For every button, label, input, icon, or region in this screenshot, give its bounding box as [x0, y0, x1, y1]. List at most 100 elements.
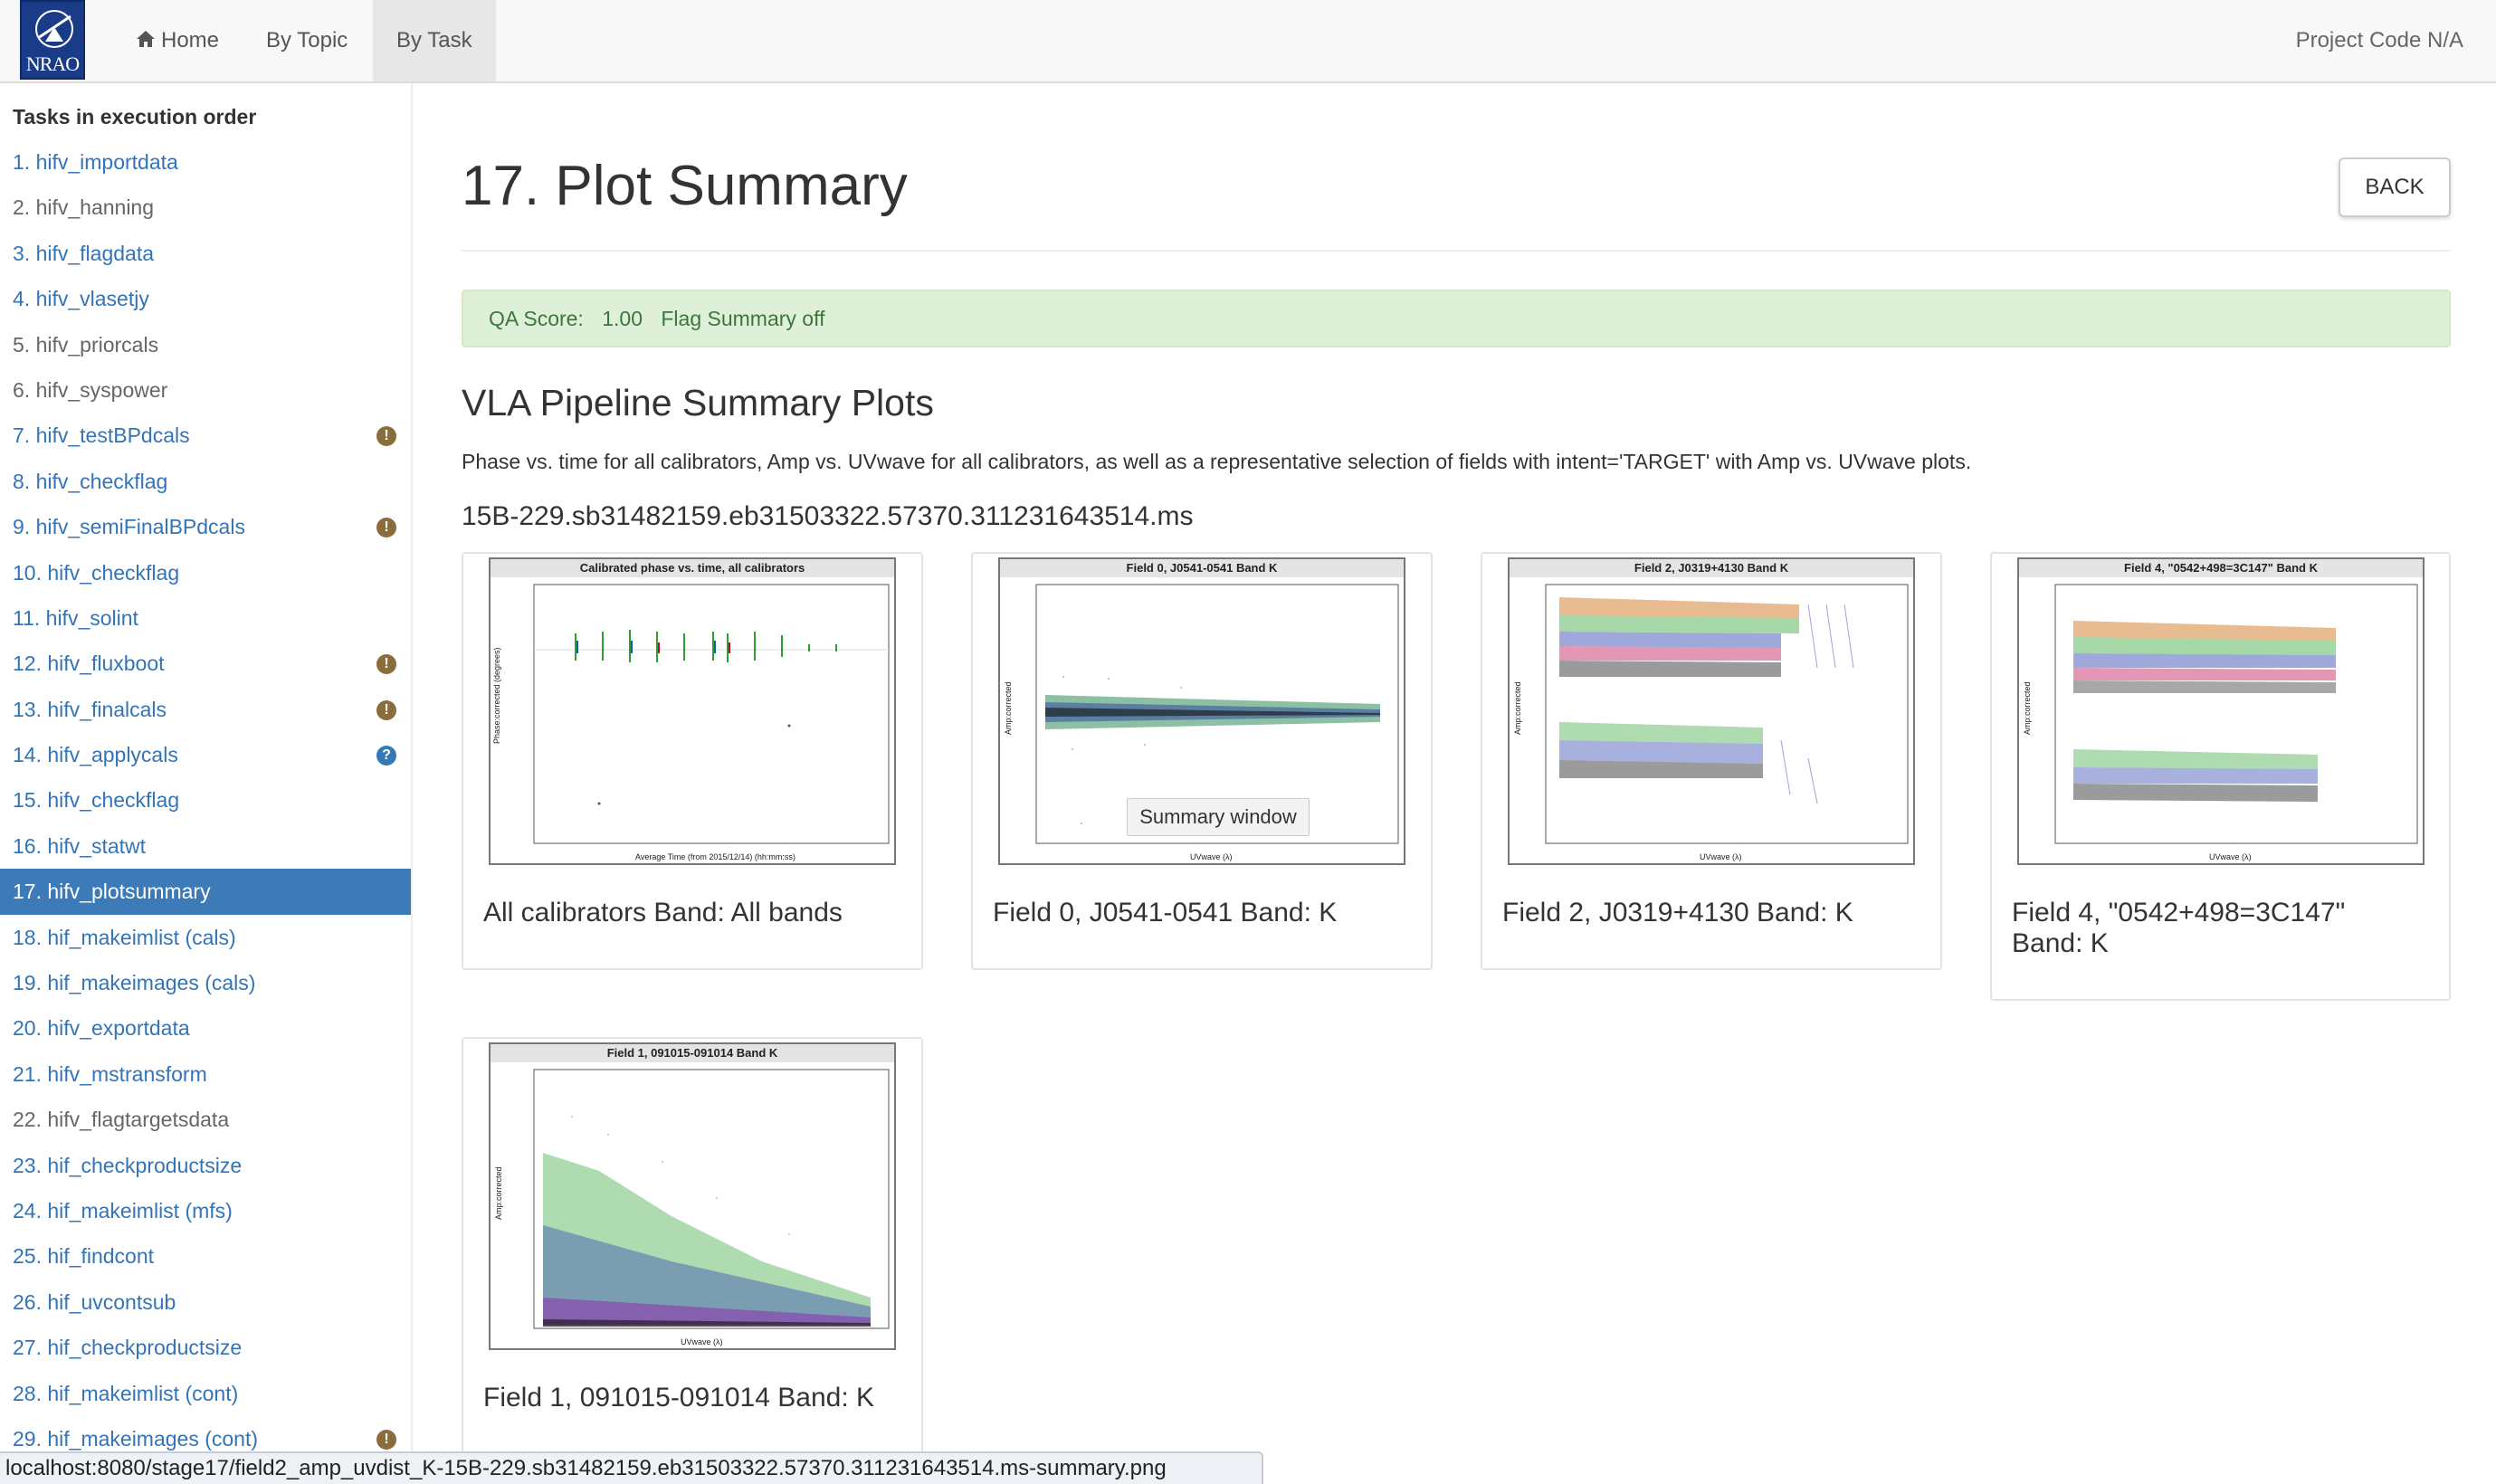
sidebar-task-label: 20. hifv_exportdata — [13, 1016, 190, 1041]
sidebar-task-item[interactable]: 4. hifv_vlasetjy — [0, 276, 411, 321]
plot-thumbnail[interactable]: Field 1, 091015-091014 Band K Amp:correc… — [489, 1042, 896, 1350]
plot-title: Field 0, J0541-0541 Band K — [1000, 559, 1404, 577]
sidebar-task-item[interactable]: 9. hifv_semiFinalBPdcals! — [0, 504, 411, 549]
warning-icon[interactable]: ! — [376, 654, 396, 675]
sidebar-task-label: 25. hif_findcont — [13, 1244, 155, 1269]
sidebar-task-label: 28. hif_makeimlist (cont) — [13, 1381, 239, 1405]
sidebar-task-item[interactable]: 8. hifv_checkflag — [0, 459, 411, 504]
svg-text:Phase:corrected (degrees): Phase:corrected (degrees) — [492, 647, 501, 744]
sidebar-task-item[interactable]: 25. hif_findcont — [0, 1233, 411, 1279]
sidebar-task-item[interactable]: 12. hifv_fluxboot! — [0, 641, 411, 686]
sidebar-task-item[interactable]: 1. hifv_importdata — [0, 139, 411, 185]
section-description: Phase vs. time for all calibrators, Amp … — [462, 450, 1972, 473]
sidebar-task-label: 22. hifv_flagtargetsdata — [13, 1108, 230, 1132]
nav-by-topic-link[interactable]: By Topic — [243, 0, 371, 81]
sidebar-task-label: 11. hifv_solint — [13, 605, 138, 630]
project-code: Project Code N/A — [2295, 28, 2463, 52]
plot-thumbnail[interactable]: Field 4, "0542+498=3C147" Band K Amp:cor… — [2017, 557, 2425, 865]
section-title: VLA Pipeline Summary Plots — [462, 382, 934, 423]
svg-text:Amp:corrected: Amp:corrected — [1004, 681, 1013, 735]
sidebar-task-item[interactable]: 20. hifv_exportdata — [0, 1005, 411, 1051]
plot-thumbnail[interactable]: Field 2, J0319+4130 Band K Amp:corrected… — [1508, 557, 1915, 865]
sidebar-task-item[interactable]: 24. hif_makeimlist (mfs) — [0, 1188, 411, 1233]
sidebar-task-label: 29. hif_makeimages (cont) — [13, 1426, 259, 1451]
plot-caption: Field 2, J0319+4130 Band: K — [1502, 898, 1853, 928]
sidebar-task-label: 10. hifv_checkflag — [13, 560, 180, 585]
summary-window-tooltip: Summary window — [1127, 798, 1310, 836]
sidebar-task-item[interactable]: 7. hifv_testBPdcals! — [0, 413, 411, 458]
qa-score-value: 1.00 — [602, 307, 643, 330]
back-button[interactable]: BACK — [2339, 157, 2451, 217]
browser-status-url: localhost:8080/stage17/field2_amp_uvdist… — [0, 1451, 1263, 1484]
page-title: 17. Plot Summary — [462, 155, 908, 217]
qa-score-label: QA Score: — [489, 307, 584, 330]
warning-icon[interactable]: ! — [376, 426, 396, 447]
sidebar-task-label: 2. hifv_hanning — [13, 195, 155, 220]
plot-caption: Field 4, "0542+498=3C147" Band: K — [2012, 898, 2346, 958]
sidebar-task-label: 19. hif_makeimages (cals) — [13, 971, 256, 995]
sidebar-task-label: 21. hifv_mstransform — [13, 1061, 207, 1086]
sidebar-task-item[interactable]: 17. hifv_plotsummary — [0, 869, 411, 915]
sidebar-task-item[interactable]: 2. hifv_hanning — [0, 185, 411, 230]
sidebar-task-item[interactable]: 14. hifv_applycals? — [0, 732, 411, 777]
sidebar-task-label: 4. hifv_vlasetjy — [13, 287, 149, 311]
sidebar-task-item[interactable]: 5. hifv_priorcals — [0, 322, 411, 367]
question-icon[interactable]: ? — [376, 746, 396, 766]
qa-score-bar: QA Score: 1.00 Flag Summary off — [462, 290, 2451, 347]
sidebar-task-label: 12. hifv_fluxboot — [13, 652, 165, 676]
plot-card-field-0[interactable]: Field 0, J0541-0541 Band K Amp:corrected… — [971, 552, 1433, 970]
plot-caption: Field 0, J0541-0541 Band: K — [993, 898, 1338, 928]
svg-text:Average Time (from 2015/12/14): Average Time (from 2015/12/14) (hh:mm:ss… — [635, 852, 795, 861]
sidebar-task-label: 15. hifv_checkflag — [13, 788, 180, 813]
warning-icon[interactable]: ! — [376, 1429, 396, 1450]
plot-thumbnail[interactable]: Calibrated phase vs. time, all calibrato… — [489, 557, 896, 865]
sidebar-task-item[interactable]: 16. hifv_statwt — [0, 823, 411, 869]
sidebar-task-item[interactable]: 13. hifv_finalcals! — [0, 687, 411, 732]
phase-time-plot: Phase:corrected (degrees) Average Time (… — [492, 584, 890, 861]
sidebar-task-label: 24. hif_makeimlist (mfs) — [13, 1198, 233, 1222]
sidebar-task-item[interactable]: 19. hif_makeimages (cals) — [0, 960, 411, 1005]
plot-card-field-4[interactable]: Field 4, "0542+498=3C147" Band K Amp:cor… — [1990, 552, 2451, 1001]
sidebar-task-item[interactable]: 15. hifv_checkflag — [0, 777, 411, 823]
nav-home-label: Home — [161, 28, 220, 52]
sidebar-task-item[interactable]: 10. hifv_checkflag — [0, 550, 411, 595]
sidebar-task-item[interactable]: 28. hif_makeimlist (cont) — [0, 1371, 411, 1416]
sidebar-task-label: 7. hifv_testBPdcals — [13, 423, 190, 448]
sidebar-task-item[interactable]: 27. hif_checkproductsize — [0, 1325, 411, 1370]
nav-by-task-link[interactable]: By Task — [373, 0, 496, 81]
sidebar-task-label: 1. hifv_importdata — [13, 150, 178, 174]
svg-text:Amp:corrected: Amp:corrected — [2023, 681, 2032, 735]
sidebar-task-label: 3. hifv_flagdata — [13, 241, 155, 265]
sidebar-task-label: 13. hifv_finalcals — [13, 697, 167, 721]
sidebar-task-label: 14. hifv_applycals — [13, 743, 178, 767]
measurement-set-name: 15B-229.sb31482159.eb31503322.57370.3112… — [462, 501, 1194, 531]
amp-uvwave-plot: Amp:corrected UVwave (λ) — [1513, 584, 1909, 861]
nrao-logo[interactable]: NRAO — [20, 0, 85, 80]
amp-uvwave-plot: Amp:corrected UVwave (λ) — [2023, 584, 2418, 861]
nav-home-link[interactable]: Home — [112, 0, 243, 81]
main-content: 17. Plot Summary BACK QA Score: 1.00 Fla… — [462, 83, 2451, 1484]
logo-text: NRAO — [25, 52, 80, 75]
top-navbar: NRAO Home By Topic By Task Project Code … — [0, 0, 2496, 83]
sidebar-task-item[interactable]: 21. hifv_mstransform — [0, 1051, 411, 1097]
sidebar-task-item[interactable]: 6. hifv_syspower — [0, 367, 411, 413]
sidebar-heading: Tasks in execution order — [13, 105, 257, 128]
warning-icon[interactable]: ! — [376, 518, 396, 538]
sidebar-task-label: 8. hifv_checkflag — [13, 469, 168, 493]
sidebar-task-item[interactable]: 18. hif_makeimlist (cals) — [0, 915, 411, 960]
plot-caption: Field 1, 091015-091014 Band: K — [483, 1383, 874, 1413]
plot-card-all-calibrators[interactable]: Calibrated phase vs. time, all calibrato… — [462, 552, 923, 970]
plot-caption: All calibrators Band: All bands — [483, 898, 843, 928]
sidebar-task-item[interactable]: 11. hifv_solint — [0, 595, 411, 641]
warning-icon[interactable]: ! — [376, 699, 396, 720]
svg-text:UVwave (λ): UVwave (λ) — [1700, 852, 1742, 861]
sidebar-task-item[interactable]: 23. hif_checkproductsize — [0, 1143, 411, 1188]
plot-card-field-1[interactable]: Field 1, 091015-091014 Band K Amp:correc… — [462, 1037, 923, 1484]
sidebar-task-item[interactable]: 22. hifv_flagtargetsdata — [0, 1097, 411, 1142]
sidebar-task-item[interactable]: 26. hif_uvcontsub — [0, 1279, 411, 1325]
plot-title: Field 4, "0542+498=3C147" Band K — [2019, 559, 2423, 577]
sidebar-task-label: 18. hif_makeimlist (cals) — [13, 925, 236, 949]
sidebar-task-label: 6. hifv_syspower — [13, 377, 168, 402]
sidebar-task-item[interactable]: 3. hifv_flagdata — [0, 231, 411, 276]
plot-card-field-2[interactable]: Field 2, J0319+4130 Band K Amp:corrected… — [1481, 552, 1942, 970]
